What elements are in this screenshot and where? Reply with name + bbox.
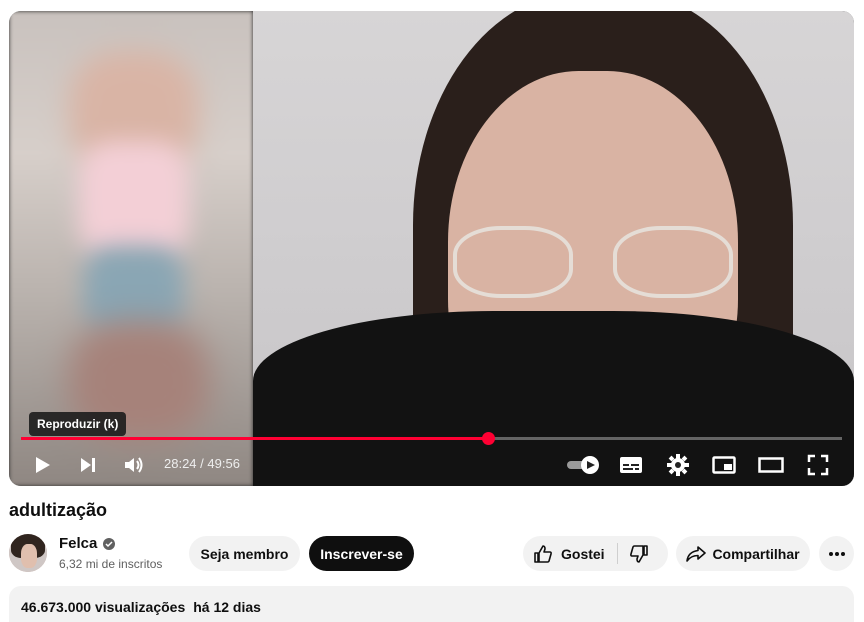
channel-name[interactable]: Felca xyxy=(59,535,116,552)
share-label: Compartilhar xyxy=(712,545,800,562)
subtitles-button[interactable] xyxy=(615,449,647,481)
like-divider xyxy=(617,543,618,564)
channel-name-text: Felca xyxy=(59,535,98,552)
verified-icon xyxy=(103,537,116,550)
video-frame[interactable] xyxy=(9,11,854,486)
theater-mode-button[interactable] xyxy=(755,449,787,481)
like-dislike-group: Gostei xyxy=(523,536,668,571)
play-icon xyxy=(36,457,50,473)
like-button[interactable]: Gostei xyxy=(533,544,605,564)
miniplayer-button[interactable] xyxy=(708,449,740,481)
settings-button[interactable] xyxy=(662,449,694,481)
subscriber-count: 6,32 mi de inscritos xyxy=(59,557,163,571)
join-button[interactable]: Seja membro xyxy=(189,536,300,571)
presenter-panel xyxy=(253,11,854,486)
more-actions-button[interactable] xyxy=(819,536,854,571)
video-title: adultização xyxy=(9,500,108,520)
subtitles-icon xyxy=(620,457,642,473)
progress-bar[interactable] xyxy=(21,432,842,445)
play-tooltip: Reproduzir (k) xyxy=(29,412,127,436)
channel-row: Felca 6,32 mi de inscritos Seja membro I… xyxy=(9,534,854,574)
player-controls: 28:24 / 49:56 xyxy=(9,447,854,483)
next-button[interactable] xyxy=(72,449,104,481)
more-icon xyxy=(828,551,845,556)
autoplay-toggle[interactable] xyxy=(566,449,602,481)
thumbs-down-icon xyxy=(630,545,648,563)
upload-date: há 12 dias xyxy=(193,599,261,615)
miniplayer-icon xyxy=(712,456,736,474)
video-player[interactable]: Reproduzir (k) 28:24 / 49:56 xyxy=(9,11,854,486)
time-separator: / xyxy=(196,456,208,471)
volume-icon xyxy=(125,457,143,473)
description-box[interactable]: 46.673.000 visualizações há 12 dias xyxy=(9,586,854,622)
view-count: 46.673.000 visualizações xyxy=(21,599,186,615)
progress-fill xyxy=(21,437,489,440)
time-total: 49:56 xyxy=(207,456,240,471)
time-display: 28:24 / 49:56 xyxy=(164,456,240,471)
subscribe-button[interactable]: Inscrever-se xyxy=(309,536,414,571)
mute-button[interactable] xyxy=(118,449,150,481)
autoplay-toggle-icon xyxy=(567,456,599,474)
thumbs-up-icon xyxy=(534,544,552,563)
time-current: 28:24 xyxy=(164,456,197,471)
share-button[interactable]: Compartilhar xyxy=(676,536,810,571)
dislike-button[interactable] xyxy=(629,544,649,567)
like-label: Gostei xyxy=(561,545,605,562)
fullscreen-icon xyxy=(807,454,829,476)
channel-avatar[interactable] xyxy=(9,534,47,572)
next-icon xyxy=(81,458,95,472)
settings-icon xyxy=(667,454,689,476)
description-meta: 46.673.000 visualizações há 12 dias xyxy=(21,599,842,615)
theater-icon xyxy=(758,457,784,473)
play-button[interactable] xyxy=(26,449,58,481)
share-icon xyxy=(686,545,707,562)
fullscreen-button[interactable] xyxy=(802,449,834,481)
